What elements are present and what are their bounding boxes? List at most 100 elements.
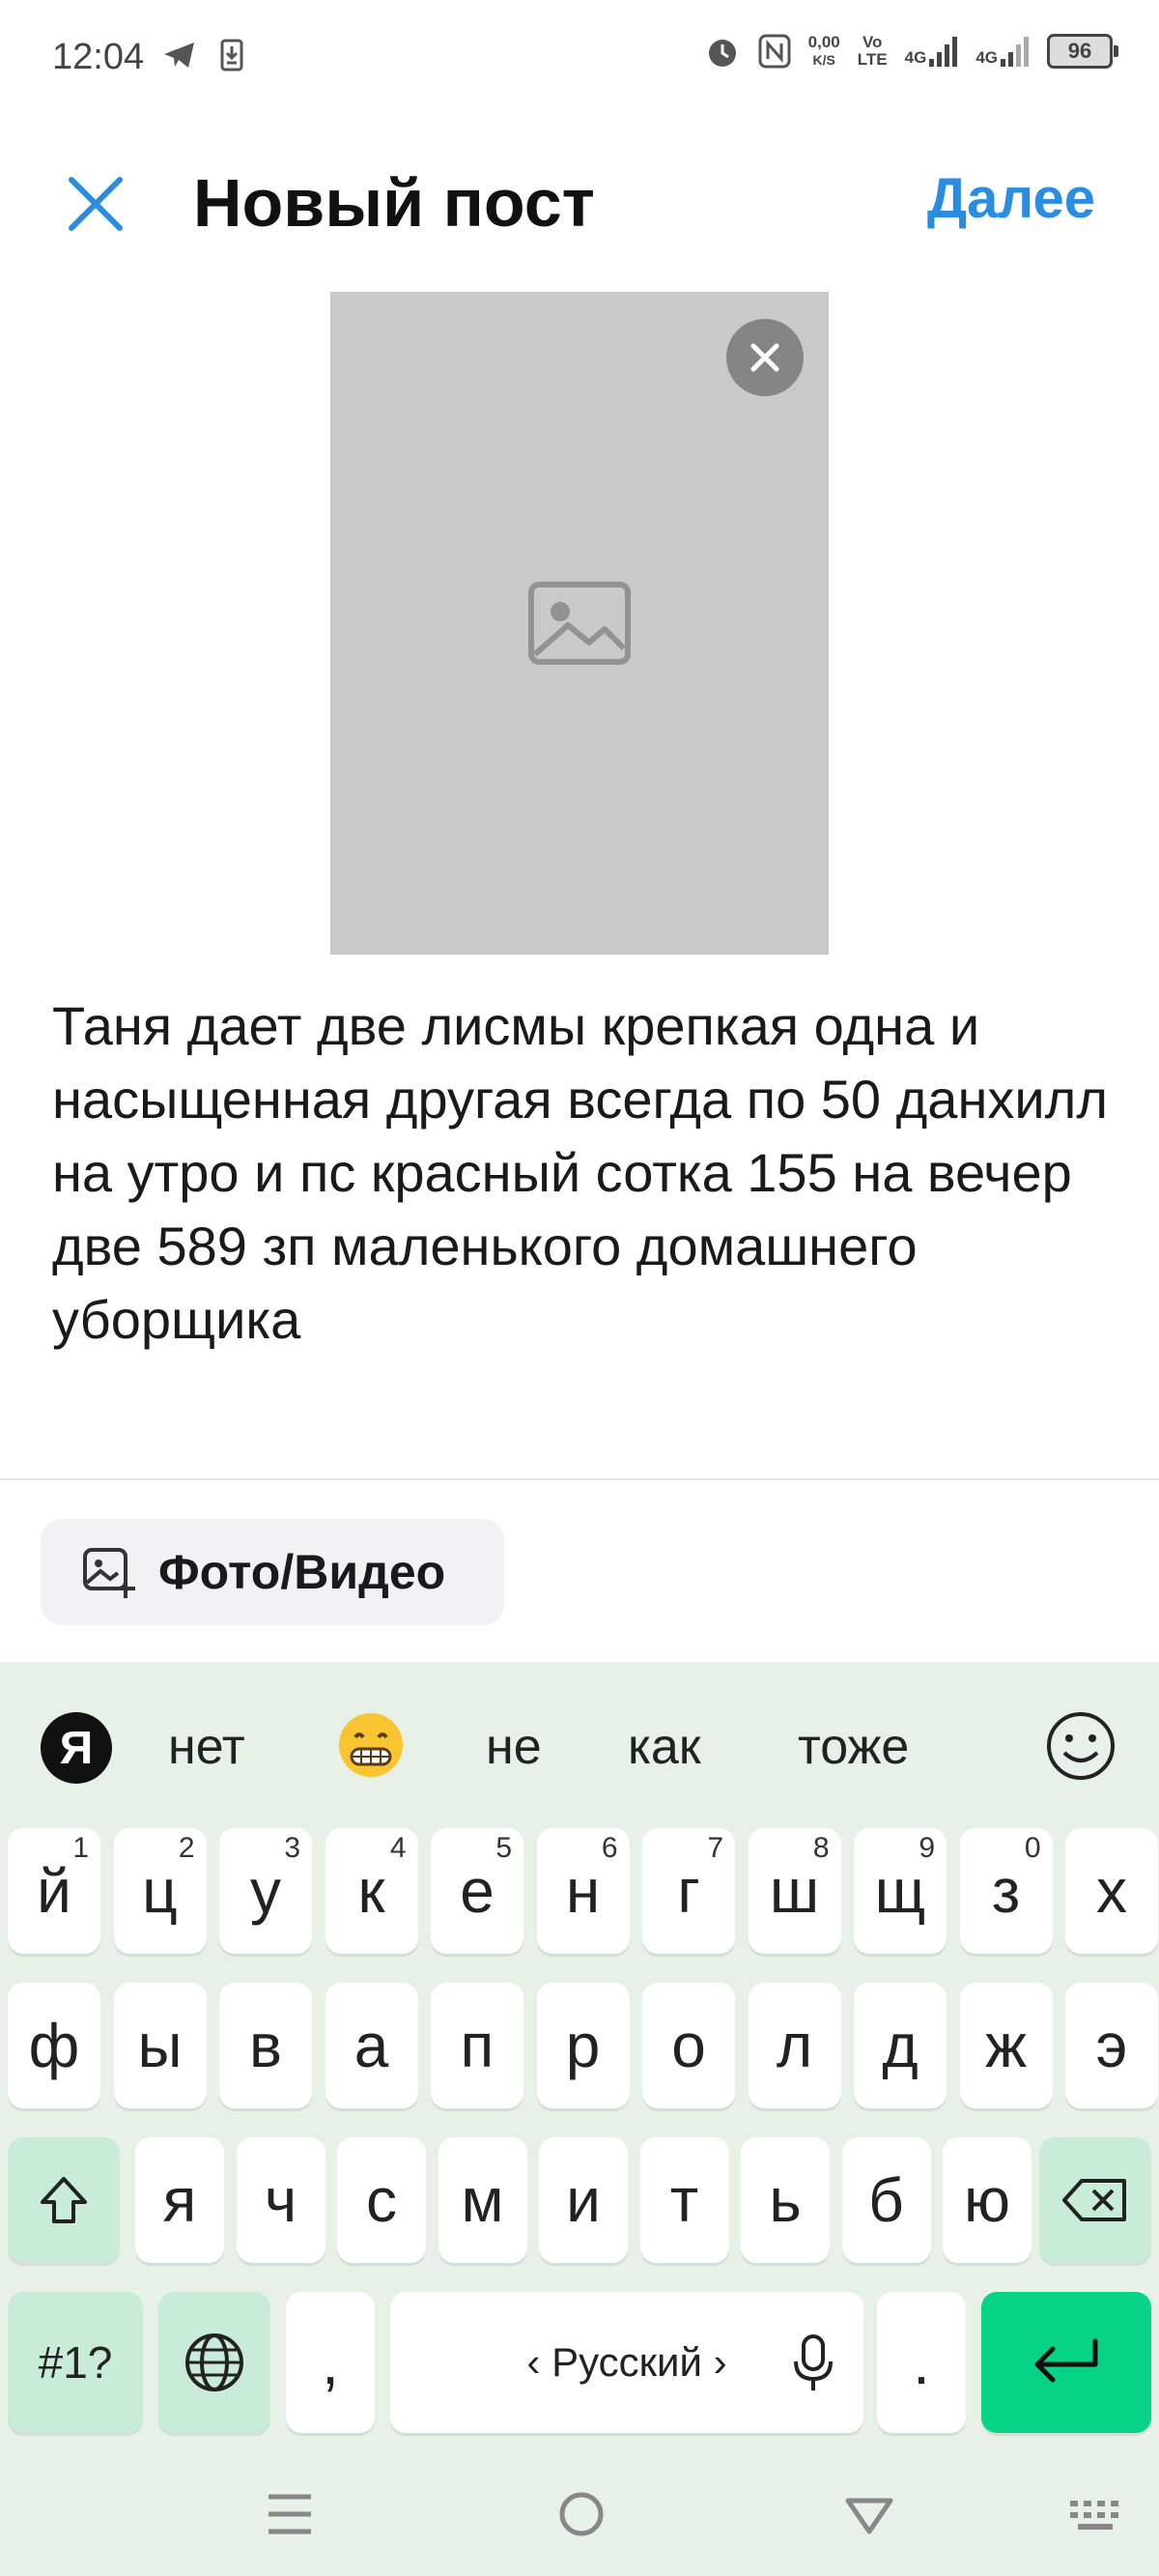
home-icon[interactable]	[558, 2491, 605, 2537]
system-navigation-bar	[0, 2454, 1159, 2576]
key-label: ю	[964, 2165, 1010, 2235]
key-number-hint: 2	[178, 1832, 195, 1864]
key-г[interactable]: г7	[642, 1828, 735, 1954]
key-б[interactable]: б	[841, 2137, 931, 2263]
keyboard: Я нет не как тоже #1? , ‹ Русский › . й …	[0, 1662, 1159, 2576]
globe-icon	[185, 2333, 243, 2391]
key-label: й	[37, 1856, 71, 1926]
key-в[interactable]: в	[219, 1983, 312, 2108]
comma-key[interactable]: ,	[286, 2292, 375, 2433]
key-label: ы	[137, 2011, 183, 2080]
key-label: р	[565, 2011, 601, 2080]
key-label: ф	[28, 2011, 80, 2080]
suggestion-bar: Я нет не как тоже	[0, 1662, 1159, 1817]
enter-key[interactable]	[981, 2292, 1151, 2433]
key-label: щ	[874, 1856, 926, 1926]
key-ж[interactable]: ж	[959, 1983, 1053, 2108]
backspace-key[interactable]	[1039, 2137, 1151, 2263]
key-й[interactable]: й1	[8, 1828, 100, 1954]
add-photo-icon	[83, 1548, 135, 1598]
symbols-key[interactable]: #1?	[8, 2292, 143, 2433]
shift-key[interactable]	[8, 2137, 120, 2263]
key-number-hint: 6	[601, 1832, 618, 1864]
close-icon	[69, 177, 123, 231]
key-number-hint: 4	[389, 1832, 407, 1864]
grinning-emoji-icon[interactable]	[336, 1710, 406, 1780]
remove-photo-button[interactable]	[726, 319, 804, 396]
key-label: з	[991, 1856, 1021, 1926]
signal-1: 4G	[905, 36, 959, 67]
suggestion[interactable]: нет	[168, 1718, 245, 1776]
key-т[interactable]: т	[639, 2137, 729, 2263]
key-label: д	[882, 2011, 919, 2080]
key-label: а	[353, 2011, 389, 2080]
menu-icon[interactable]	[267, 2493, 313, 2535]
post-text-input[interactable]: Таня дает две лисмы крепкая одна и насыщ…	[52, 989, 1115, 1357]
keyboard-hide-icon[interactable]	[1068, 2499, 1122, 2533]
suggestion[interactable]: не	[486, 1718, 542, 1776]
back-icon[interactable]	[844, 2497, 894, 2535]
status-left-icons	[162, 39, 243, 72]
divider	[0, 1478, 1159, 1480]
key-label: в	[249, 2011, 282, 2080]
battery-icon: 96	[1047, 34, 1118, 69]
key-ц[interactable]: ц2	[113, 1828, 207, 1954]
key-э[interactable]: э	[1065, 1983, 1158, 2108]
signal-2: 4G	[975, 36, 1030, 67]
key-number-hint: 0	[1024, 1832, 1041, 1864]
key-number-hint: 7	[707, 1832, 723, 1864]
key-п[interactable]: п	[431, 1983, 523, 2108]
key-н[interactable]: н6	[536, 1828, 630, 1954]
key-label: э	[1095, 2011, 1128, 2080]
key-ь[interactable]: ь	[741, 2137, 830, 2263]
key-м[interactable]: м	[438, 2137, 527, 2263]
key-number-hint: 1	[72, 1832, 89, 1864]
key-label: х	[1096, 1856, 1127, 1926]
attached-photo[interactable]	[330, 292, 829, 955]
status-right-icons: 0,00 K/S Vo LTE 4G 4G 96	[704, 33, 1118, 70]
add-media-button[interactable]: Фото/Видео	[41, 1519, 504, 1625]
enter-icon	[1034, 2338, 1098, 2383]
key-у[interactable]: у3	[219, 1828, 312, 1954]
status-time: 12:04	[52, 37, 145, 77]
key-label: о	[671, 2011, 706, 2080]
add-media-label: Фото/Видео	[158, 1545, 446, 1599]
key-к[interactable]: к4	[325, 1828, 418, 1954]
key-label: ш	[769, 1856, 820, 1926]
key-с[interactable]: с	[337, 2137, 426, 2263]
key-label: п	[460, 2011, 495, 2080]
next-button[interactable]: Далее	[927, 166, 1095, 231]
suggestion[interactable]: как	[628, 1718, 701, 1776]
key-л[interactable]: л	[748, 1983, 841, 2108]
key-ш[interactable]: ш8	[748, 1828, 841, 1954]
key-я[interactable]: я	[135, 2137, 224, 2263]
key-label: ь	[769, 2165, 802, 2235]
key-р[interactable]: р	[536, 1983, 630, 2108]
close-button[interactable]	[62, 170, 129, 238]
key-а[interactable]: а	[325, 1983, 418, 2108]
key-ч[interactable]: ч	[236, 2137, 325, 2263]
key-д[interactable]: д	[854, 1983, 947, 2108]
key-label: с	[366, 2165, 397, 2235]
key-х[interactable]: х	[1065, 1828, 1158, 1954]
key-и[interactable]: и	[539, 2137, 628, 2263]
close-icon	[750, 343, 779, 372]
key-ю[interactable]: ю	[943, 2137, 1032, 2263]
backspace-icon	[1062, 2179, 1126, 2221]
image-placeholder-icon	[528, 582, 631, 665]
key-е[interactable]: е5	[431, 1828, 523, 1954]
key-з[interactable]: з0	[959, 1828, 1053, 1954]
emoji-icon[interactable]	[1043, 1708, 1118, 1784]
key-щ[interactable]: щ9	[854, 1828, 947, 1954]
microphone-icon[interactable]	[792, 2334, 834, 2392]
key-ф[interactable]: ф	[8, 1983, 100, 2108]
key-ы[interactable]: ы	[113, 1983, 207, 2108]
space-key[interactable]: ‹ Русский ›	[390, 2292, 863, 2433]
language-key[interactable]	[158, 2292, 270, 2433]
yandex-keyboard-logo[interactable]: Я	[41, 1712, 112, 1784]
period-key[interactable]: .	[877, 2292, 966, 2433]
suggestion[interactable]: тоже	[798, 1718, 909, 1776]
key-label: к	[357, 1856, 385, 1926]
download-icon	[220, 39, 243, 72]
key-о[interactable]: о	[642, 1983, 735, 2108]
